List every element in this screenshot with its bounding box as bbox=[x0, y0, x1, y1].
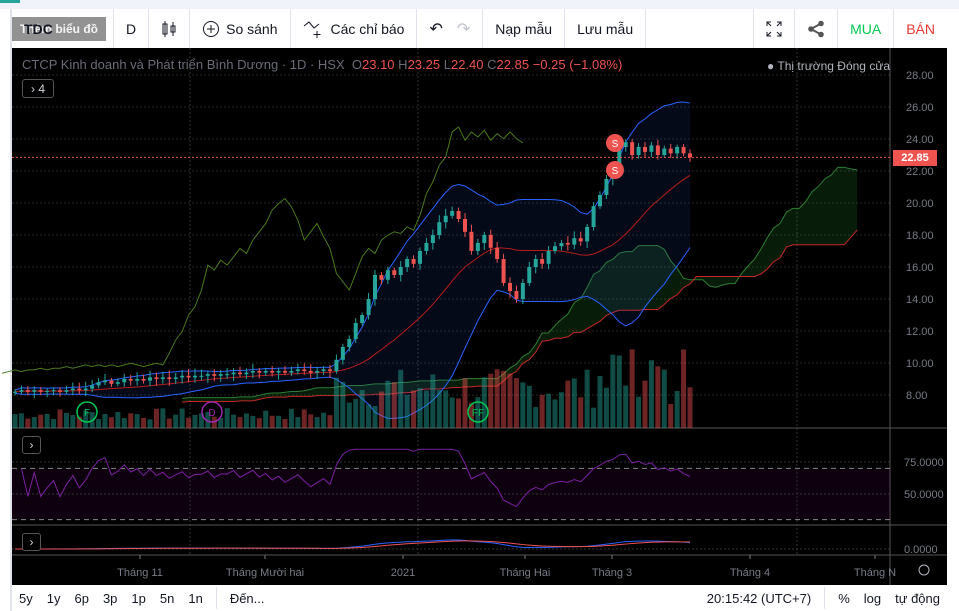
share-icon bbox=[808, 20, 824, 37]
sell-button[interactable]: BÁN bbox=[894, 9, 947, 48]
open-value: 23.10 bbox=[362, 57, 395, 72]
interval-label: D bbox=[126, 20, 137, 37]
chart-area[interactable] bbox=[12, 48, 947, 585]
close-label: C bbox=[487, 57, 497, 72]
indicators-icon bbox=[303, 20, 320, 38]
compare-label: So sánh bbox=[226, 20, 278, 37]
accent-bar bbox=[0, 0, 20, 3]
percent-toggle[interactable]: % bbox=[831, 591, 857, 606]
load-template-label: Nạp mẫu bbox=[495, 20, 553, 37]
range-1d[interactable]: 1n bbox=[181, 591, 209, 606]
indicators-toggle-button[interactable]: › 4 bbox=[22, 79, 54, 98]
symbol-title: CTCP Kinh doanh và Phát triển Bình Dương… bbox=[22, 57, 345, 72]
save-template-label: Lưu mẫu bbox=[577, 20, 634, 37]
undo-redo-group: ↶ ↷ bbox=[417, 9, 484, 48]
range-1m[interactable]: 1p bbox=[124, 591, 152, 606]
open-label: O bbox=[351, 57, 362, 72]
compare-button[interactable]: So sánh bbox=[190, 9, 291, 48]
sell-label: BÁN bbox=[906, 20, 935, 37]
top-strip bbox=[0, 0, 959, 9]
load-template-button[interactable]: Nạp mẫu bbox=[483, 9, 566, 48]
auto-toggle[interactable]: tự động bbox=[888, 591, 947, 606]
range-5y[interactable]: 5y bbox=[12, 591, 40, 606]
range-6m[interactable]: 6p bbox=[67, 591, 95, 606]
indicators-button[interactable]: Các chỉ báo bbox=[291, 9, 418, 48]
symbol-search-button[interactable]: TDC Thêm biểu đồ bbox=[12, 9, 114, 48]
chart-type-button[interactable] bbox=[149, 9, 191, 48]
interval-button[interactable]: D bbox=[114, 9, 150, 48]
share-button[interactable] bbox=[795, 9, 839, 48]
divider bbox=[215, 587, 217, 609]
top-toolbar: TDC Thêm biểu đồ D So sánh Các chỉ báo ↶… bbox=[12, 9, 947, 48]
bottom-toolbar: 5y 1y 6p 3p 1p 5n 1n Đến... 20:15:42 (UT… bbox=[12, 585, 947, 611]
market-status-label: Thị trường Đóng cửa bbox=[777, 59, 891, 73]
close-value: 22.85 bbox=[496, 57, 530, 72]
high-label: H bbox=[398, 57, 408, 72]
range-5d[interactable]: 5n bbox=[153, 591, 181, 606]
low-value: 22.40 bbox=[450, 57, 484, 72]
fullscreen-button[interactable] bbox=[754, 9, 796, 48]
range-1y[interactable]: 1y bbox=[40, 591, 68, 606]
indicators-count: 4 bbox=[38, 81, 46, 96]
plus-circle-icon bbox=[203, 20, 220, 37]
macd-pane-toggle[interactable]: › bbox=[22, 533, 41, 551]
last-price-tag: 22.85 bbox=[893, 150, 937, 166]
candles-icon bbox=[162, 20, 176, 37]
high-value: 23.25 bbox=[407, 57, 441, 72]
low-label: L bbox=[443, 57, 451, 72]
symbol-legend: CTCP Kinh doanh và Phát triển Bình Dương… bbox=[22, 57, 622, 72]
redo-icon[interactable]: ↷ bbox=[457, 19, 470, 39]
toolbar-spacer bbox=[646, 9, 755, 48]
clock[interactable]: 20:15:42 (UTC+7) bbox=[700, 591, 818, 606]
market-status: ● Thị trường Đóng cửa bbox=[767, 59, 891, 73]
symbol-label: TDC bbox=[24, 20, 53, 37]
log-toggle[interactable]: log bbox=[857, 591, 888, 606]
fullscreen-icon bbox=[766, 21, 782, 36]
range-3m[interactable]: 3p bbox=[96, 591, 124, 606]
save-template-button[interactable]: Lưu mẫu bbox=[565, 9, 647, 48]
buy-button[interactable]: MUA bbox=[838, 9, 895, 48]
divider bbox=[824, 587, 826, 609]
buy-label: MUA bbox=[850, 20, 882, 37]
left-sidebar bbox=[0, 9, 12, 611]
undo-icon[interactable]: ↶ bbox=[429, 19, 442, 39]
indicators-label: Các chỉ báo bbox=[330, 20, 405, 37]
rsi-pane-toggle[interactable]: › bbox=[22, 436, 41, 454]
goto-date-button[interactable]: Đến... bbox=[223, 591, 272, 606]
change-value: −0.25 (−1.08%) bbox=[532, 57, 623, 72]
